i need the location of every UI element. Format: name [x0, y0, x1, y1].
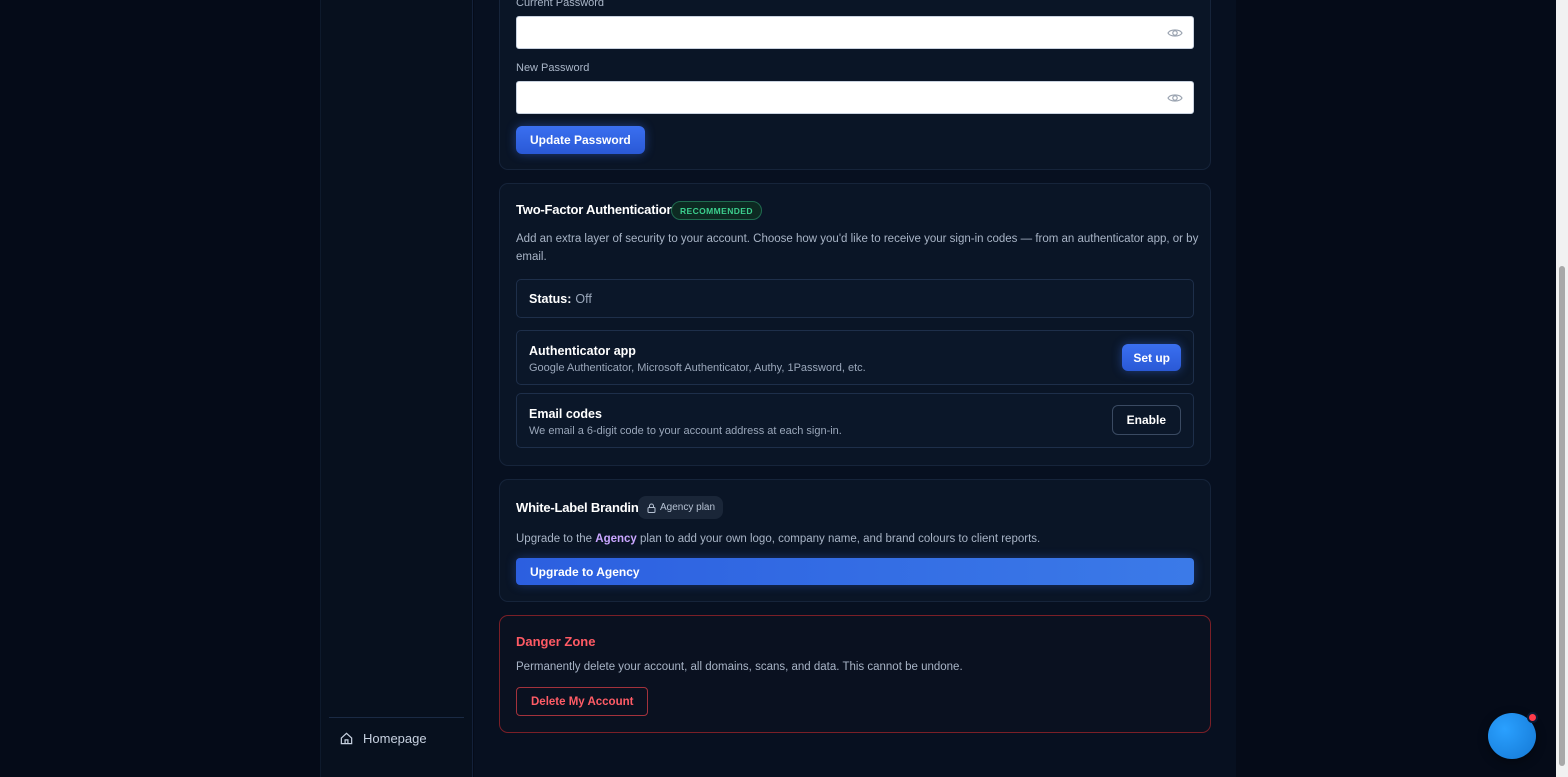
option-subtitle: Google Authenticator, Microsoft Authenti…	[529, 362, 866, 374]
option-title: Email codes	[529, 407, 602, 421]
white-label-description: Upgrade to the Agency plan to add your o…	[516, 530, 1206, 548]
two-factor-status: Status: Off	[516, 279, 1194, 318]
sidebar-footer: Homepage	[329, 717, 464, 759]
white-label-title: White-Label Branding	[516, 500, 647, 515]
update-password-button[interactable]: Update Password	[516, 126, 645, 154]
authenticator-app-option: Authenticator app Google Authenticator, …	[516, 330, 1194, 385]
sidebar: Homepage	[320, 0, 473, 777]
eye-icon[interactable]	[1167, 26, 1183, 40]
white-label-card: White-Label Branding Agency plan Upgrade…	[499, 479, 1211, 602]
lock-icon	[647, 503, 656, 513]
sidebar-item-homepage[interactable]: Homepage	[329, 718, 464, 759]
sidebar-item-label: Homepage	[363, 731, 427, 746]
new-password-field[interactable]	[516, 81, 1194, 114]
page-scrollbar[interactable]	[1556, 0, 1568, 777]
desc-before: Upgrade to the	[516, 533, 596, 545]
password-card: Current Password New Password Update Pas…	[499, 0, 1211, 170]
plan-badge-label: Agency plan	[660, 502, 716, 513]
desc-after: plan to add your own logo, company name,…	[636, 533, 1041, 545]
danger-zone-description: Permanently delete your account, all dom…	[516, 661, 963, 673]
setup-authenticator-button[interactable]: Set up	[1122, 344, 1181, 371]
status-value: Off	[575, 291, 592, 306]
enable-email-codes-button[interactable]: Enable	[1111, 405, 1181, 435]
current-password-field[interactable]	[516, 16, 1194, 49]
upgrade-to-agency-button[interactable]: Upgrade to Agency	[516, 558, 1194, 585]
scrollbar-thumb[interactable]	[1559, 266, 1565, 766]
delete-account-button[interactable]: Delete My Account	[516, 687, 649, 716]
new-password-label: New Password	[516, 62, 590, 74]
status-label: Status:	[529, 291, 572, 306]
chat-launcher-button[interactable]	[1488, 712, 1538, 759]
notification-dot	[1527, 712, 1538, 723]
option-subtitle: We email a 6-digit code to your account …	[529, 425, 842, 437]
option-title: Authenticator app	[529, 344, 636, 358]
agency-plan-badge: Agency plan	[638, 496, 724, 519]
eye-icon[interactable]	[1167, 91, 1183, 105]
recommended-badge: RECOMMENDED	[671, 201, 762, 220]
danger-zone-title: Danger Zone	[516, 634, 596, 649]
danger-zone-card: Danger Zone Permanently delete your acco…	[499, 615, 1211, 733]
home-icon	[340, 732, 353, 745]
two-factor-description: Add an extra layer of security to your a…	[516, 233, 1199, 263]
email-codes-option: Email codes We email a 6-digit code to y…	[516, 393, 1194, 448]
main-content: Current Password New Password Update Pas…	[474, 0, 1568, 777]
two-factor-card: Two-Factor Authentication RECOMMENDED Ad…	[499, 183, 1211, 466]
two-factor-title: Two-Factor Authentication	[516, 202, 675, 217]
desc-accent: Agency	[595, 533, 637, 545]
current-password-label: Current Password	[516, 0, 605, 9]
